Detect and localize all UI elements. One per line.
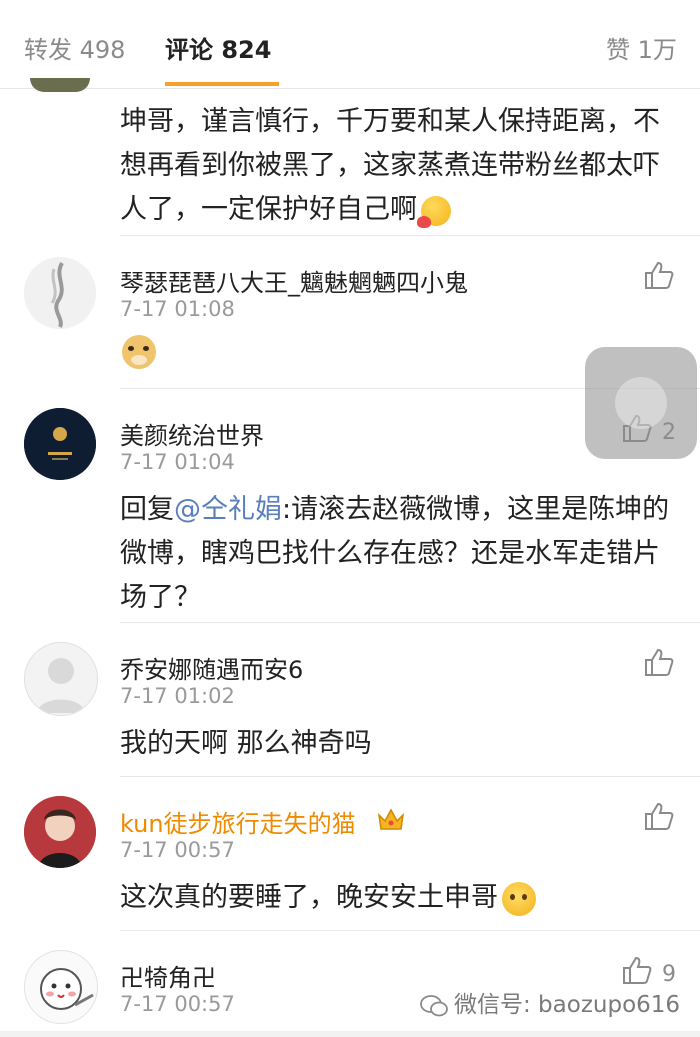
username[interactable]: 卍犄角卍 — [120, 958, 216, 993]
username[interactable]: kun徒步旅行走失的猫 — [120, 804, 356, 839]
comment-time: 7-17 00:57 — [120, 838, 235, 862]
comment-time: 7-17 01:08 — [120, 297, 235, 321]
username[interactable]: 乔安娜随遇而安6 — [120, 650, 303, 685]
username[interactable]: 琴瑟琵琶八大王_魑魅魍魉四小鬼 — [120, 263, 468, 298]
shy-face-emoji — [502, 881, 536, 916]
comment-item: 乔安娜随遇而安6 7-17 01:02 我的天啊 那么神奇吗 — [0, 624, 700, 777]
bottom-edge — [0, 1031, 700, 1037]
thumbs-up-icon — [623, 956, 652, 984]
like-button[interactable] — [644, 802, 684, 834]
kiss-face-emoji — [417, 195, 451, 228]
wechat-watermark: 微信号: baozupo616 — [420, 985, 680, 1019]
comment-item: kun徒步旅行走失的猫 7-17 00:57 这次真的要睡了，晚安安土申哥 — [0, 778, 700, 931]
comment-text: 这次真的要睡了，晚安安土申哥 — [120, 876, 680, 920]
like-count: 9 — [662, 962, 676, 987]
thumbs-up-icon — [645, 648, 674, 676]
tab-bar: 转发 498 评论 824 赞 1万 — [0, 0, 700, 89]
tab-likes[interactable]: 赞 1万 — [606, 30, 677, 65]
doge-emoji — [122, 335, 156, 369]
avatar[interactable] — [24, 950, 98, 1024]
comment-time: 7-17 00:57 — [120, 992, 235, 1016]
comment-divider — [120, 622, 700, 623]
avatar[interactable] — [24, 257, 96, 329]
like-button[interactable] — [622, 956, 662, 988]
tab-repost[interactable]: 转发 498 — [24, 30, 125, 65]
username[interactable]: 美颜统治世界 — [120, 416, 264, 451]
avatar[interactable] — [24, 642, 98, 716]
assistive-touch-button[interactable] — [585, 347, 697, 459]
avatar[interactable] — [24, 796, 96, 868]
comment-divider — [120, 235, 700, 236]
comment-divider — [120, 776, 700, 777]
active-tab-indicator — [165, 82, 279, 86]
thumbs-up-icon — [645, 802, 674, 830]
avatar[interactable] — [24, 408, 96, 480]
comment-item: 坤哥，谨言慎行，千万要和某人保持距离，不想再看到你被黑了，这家蒸煮连带粉丝都太吓… — [0, 78, 700, 236]
comment-time: 7-17 01:02 — [120, 684, 235, 708]
thumbs-up-icon — [645, 261, 674, 289]
mention-link[interactable]: @仝礼娟 — [174, 494, 282, 525]
like-button[interactable] — [644, 261, 684, 293]
tab-comments[interactable]: 评论 824 — [165, 30, 271, 65]
avatar[interactable] — [30, 78, 90, 92]
comment-text: 坤哥，谨言慎行，千万要和某人保持距离，不想再看到你被黑了，这家蒸煮连带粉丝都太吓… — [120, 100, 680, 232]
comment-text: 回复@仝礼娟:请滚去赵薇微博，这里是陈坤的微博，瞎鸡巴找什么存在感？还是水军走错… — [120, 494, 670, 613]
comment-divider — [120, 930, 700, 931]
assistive-touch-icon — [615, 377, 667, 429]
wechat-icon — [420, 994, 448, 1016]
comment-text: 我的天啊 那么神奇吗 — [120, 728, 372, 759]
comment-time: 7-17 01:04 — [120, 450, 235, 474]
crown-badge-icon — [377, 807, 405, 831]
like-button[interactable] — [644, 648, 684, 680]
